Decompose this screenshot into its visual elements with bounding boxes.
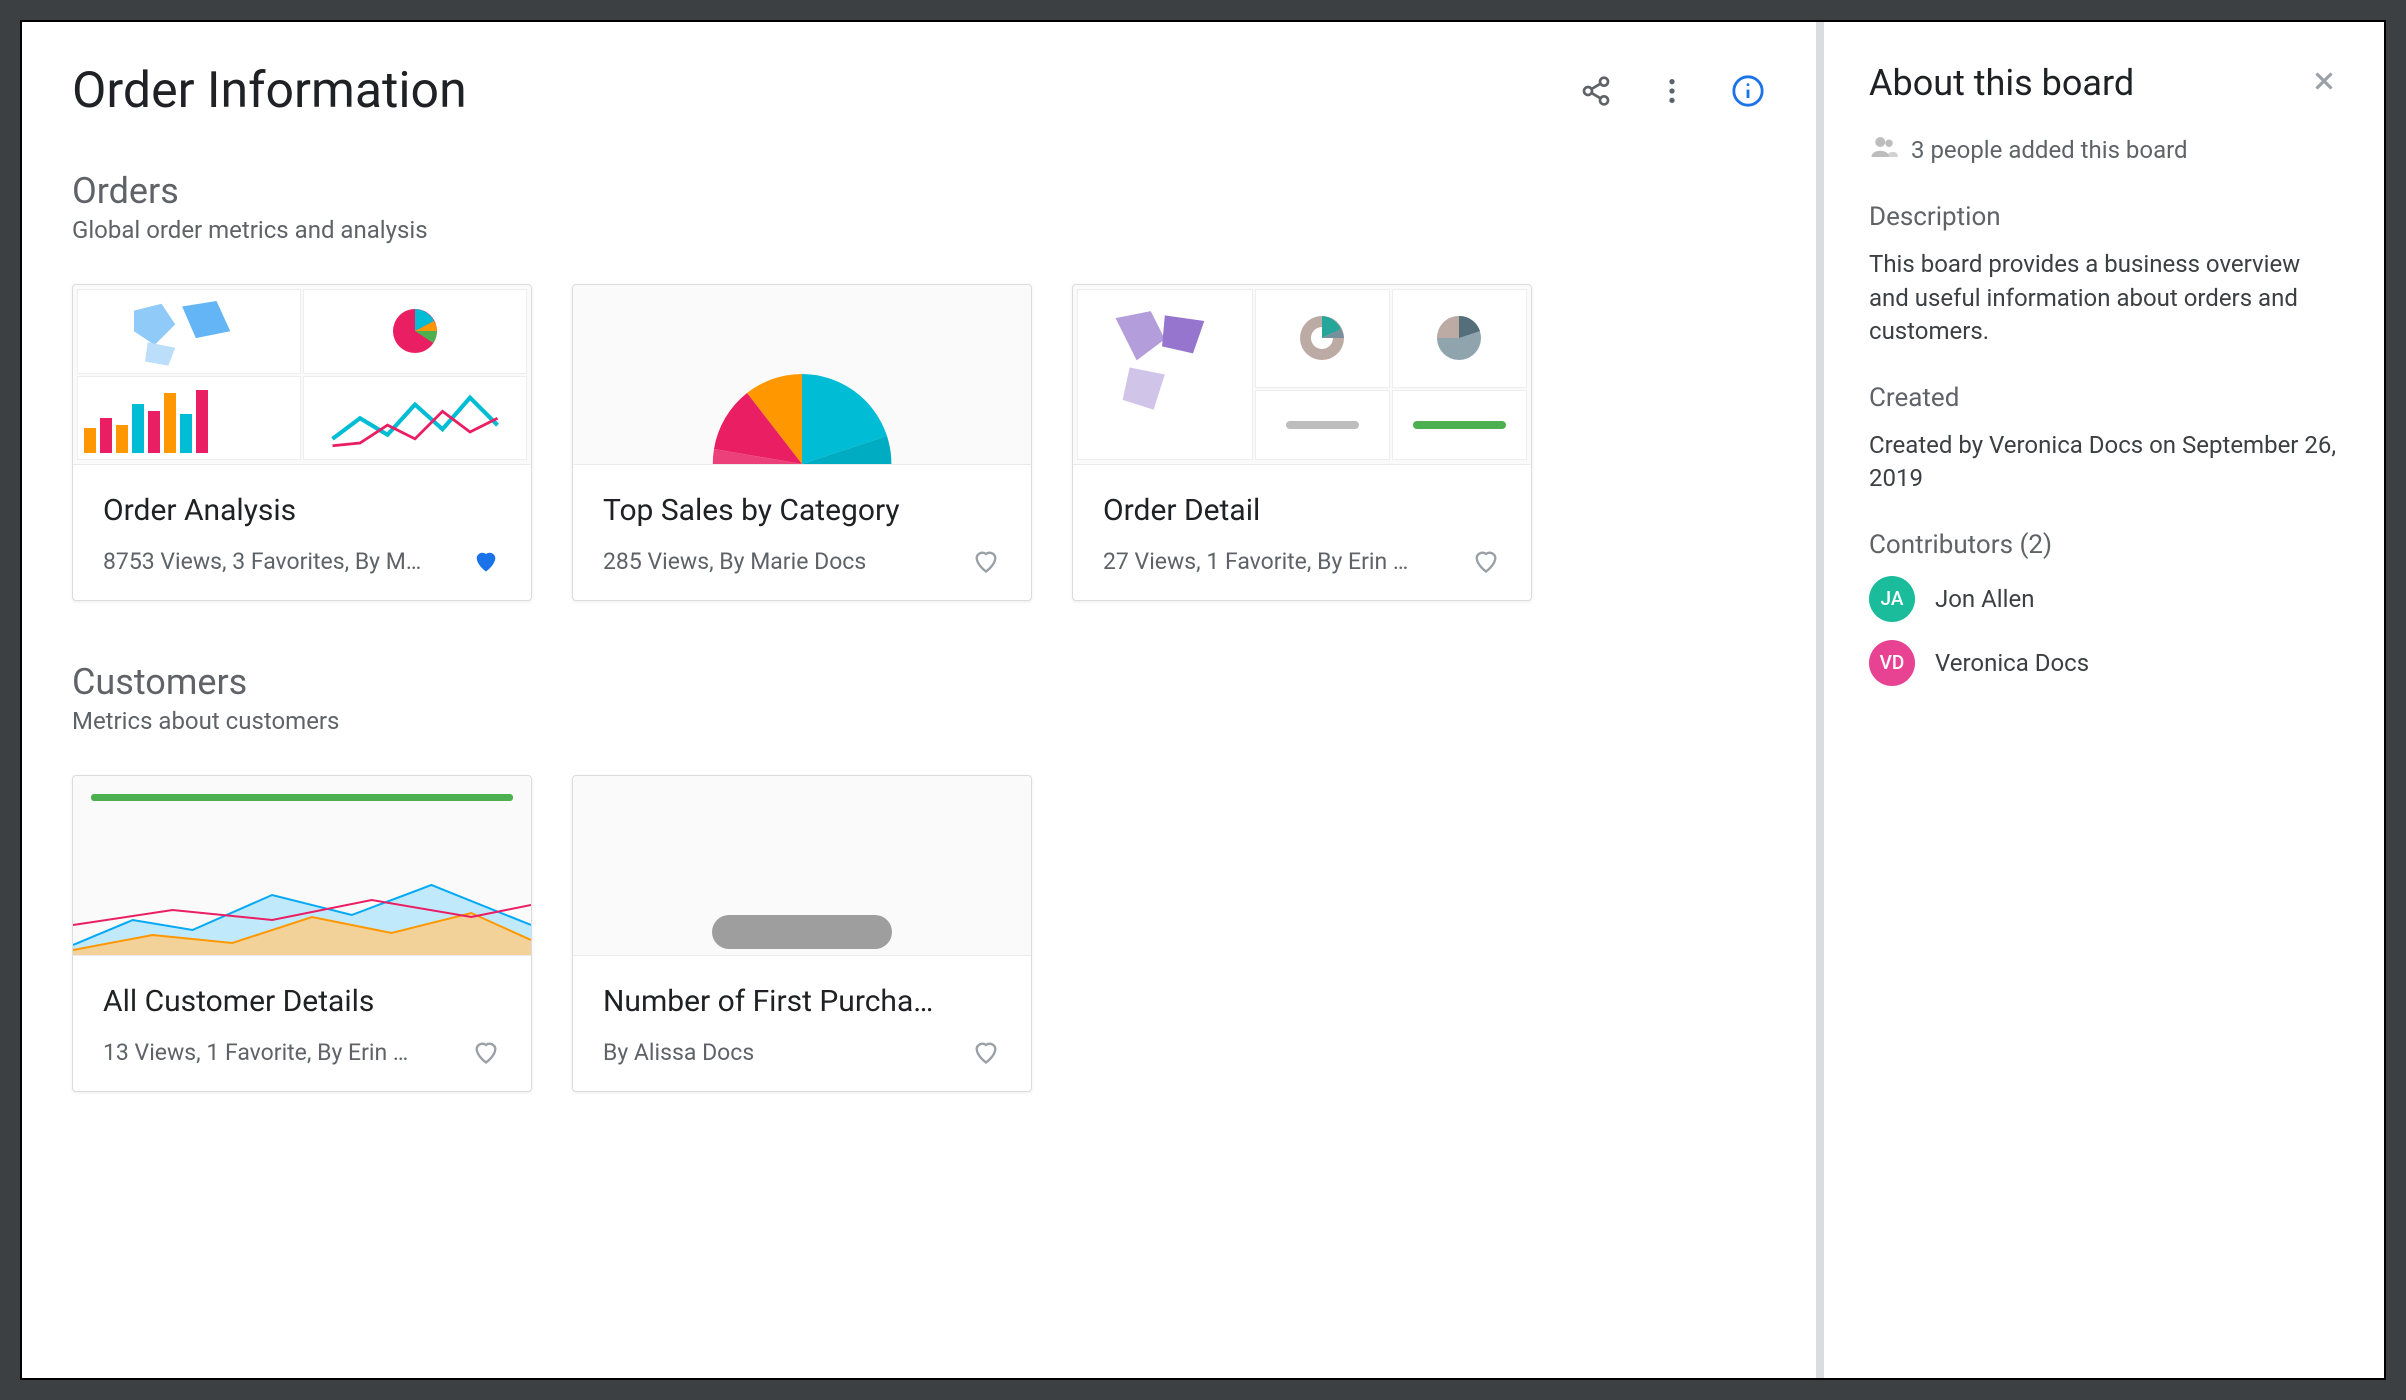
card-meta: By Alissa Docs — [603, 1039, 961, 1066]
section-title: Customers — [72, 661, 1766, 703]
favorite-icon[interactable] — [971, 1037, 1001, 1067]
section-subtitle: Global order metrics and analysis — [72, 216, 1766, 244]
close-icon[interactable] — [2309, 66, 2339, 100]
page-title: Order Information — [72, 62, 467, 120]
card-thumbnail — [73, 776, 531, 956]
card-title: Order Analysis — [103, 493, 501, 528]
header: Order Information — [72, 62, 1766, 120]
panel-divider[interactable] — [1816, 22, 1824, 1378]
cards-row: All Customer Details 13 Views, 1 Favorit… — [72, 775, 1766, 1092]
card-top-sales[interactable]: Top Sales by Category 285 Views, By Mari… — [572, 284, 1032, 601]
card-meta: 13 Views, 1 Favorite, By Erin … — [103, 1039, 461, 1066]
header-actions — [1578, 73, 1766, 109]
favorite-icon[interactable] — [471, 1037, 501, 1067]
avatar: VD — [1869, 640, 1915, 686]
favorite-icon[interactable] — [1471, 546, 1501, 576]
card-thumbnail — [573, 776, 1031, 956]
card-order-analysis[interactable]: Order Analysis 8753 Views, 3 Favorites, … — [72, 284, 532, 601]
contributor-name: Jon Allen — [1935, 585, 2034, 613]
section-subtitle: Metrics about customers — [72, 707, 1766, 735]
app-frame: Order Information Orders Global order me… — [20, 20, 2386, 1380]
cards-row: Order Analysis 8753 Views, 3 Favorites, … — [72, 284, 1766, 601]
about-panel: About this board 3 people added this boa… — [1824, 22, 2384, 1378]
card-title: Order Detail — [1103, 493, 1501, 528]
favorite-icon[interactable] — [971, 546, 1001, 576]
avatar: JA — [1869, 576, 1915, 622]
people-icon — [1869, 132, 1899, 168]
card-thumbnail — [73, 285, 531, 465]
created-text: Created by Veronica Docs on September 26… — [1869, 429, 2339, 496]
contributor-name: Veronica Docs — [1935, 649, 2089, 677]
people-added-row: 3 people added this board — [1869, 132, 2339, 168]
card-order-detail[interactable]: Order Detail 27 Views, 1 Favorite, By Er… — [1072, 284, 1532, 601]
card-title: Number of First Purcha… — [603, 984, 1001, 1019]
more-icon[interactable] — [1654, 73, 1690, 109]
card-thumbnail — [573, 285, 1031, 465]
card-first-purchase[interactable]: Number of First Purcha… By Alissa Docs — [572, 775, 1032, 1092]
created-label: Created — [1869, 383, 2339, 413]
people-added-text: 3 people added this board — [1911, 136, 2188, 164]
section-title: Orders — [72, 170, 1766, 212]
card-title: Top Sales by Category — [603, 493, 1001, 528]
contributor-row: VD Veronica Docs — [1869, 640, 2339, 686]
card-meta: 27 Views, 1 Favorite, By Erin … — [1103, 548, 1461, 575]
main-panel: Order Information Orders Global order me… — [22, 22, 1816, 1378]
info-icon[interactable] — [1730, 73, 1766, 109]
card-meta: 285 Views, By Marie Docs — [603, 548, 961, 575]
description-text: This board provides a business overview … — [1869, 248, 2339, 349]
section-orders: Orders Global order metrics and analysis… — [72, 170, 1766, 601]
card-title: All Customer Details — [103, 984, 501, 1019]
section-customers: Customers Metrics about customers — [72, 661, 1766, 1092]
favorite-icon[interactable] — [471, 546, 501, 576]
about-title: About this board — [1869, 62, 2134, 104]
contributors-label: Contributors (2) — [1869, 530, 2339, 560]
card-all-customer-details[interactable]: All Customer Details 13 Views, 1 Favorit… — [72, 775, 532, 1092]
description-label: Description — [1869, 202, 2339, 232]
contributor-row: JA Jon Allen — [1869, 576, 2339, 622]
card-thumbnail — [1073, 285, 1531, 465]
share-icon[interactable] — [1578, 73, 1614, 109]
card-meta: 8753 Views, 3 Favorites, By M… — [103, 548, 461, 575]
